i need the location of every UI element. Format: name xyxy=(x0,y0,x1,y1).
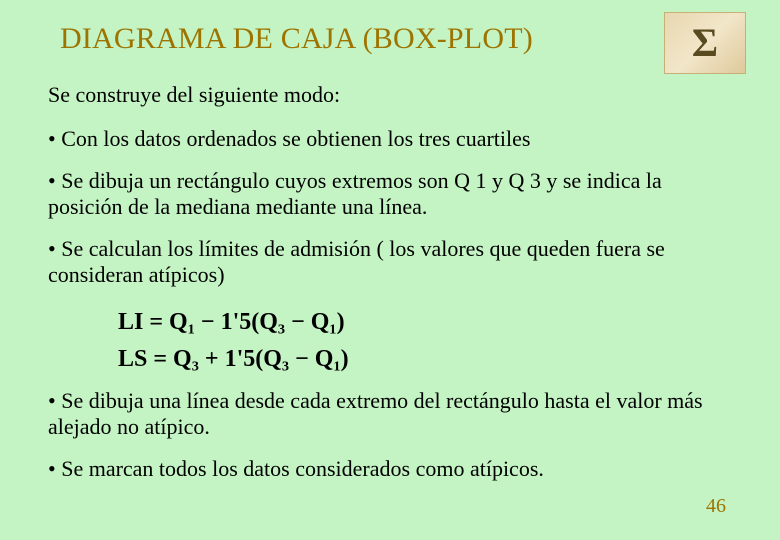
formula-block: LI = Q₁ − 1'5(Q₃ − Q₁) LS = Q₃ + 1'5(Q₃ … xyxy=(118,304,732,378)
bullet-item-2: Se dibuja un rectángulo cuyos extremos s… xyxy=(48,168,732,220)
sigma-glyph: Σ xyxy=(692,23,718,63)
bullet-item-1: Con los datos ordenados se obtienen los … xyxy=(48,126,732,152)
bullet-list: Con los datos ordenados se obtienen los … xyxy=(48,126,732,288)
sigma-icon: Σ xyxy=(664,12,746,74)
formula-ls: LS = Q₃ + 1'5(Q₃ − Q₁) xyxy=(118,341,732,378)
formula-li: LI = Q₁ − 1'5(Q₃ − Q₁) xyxy=(118,304,732,341)
bullet-item-3: Se calculan los límites de admisión ( lo… xyxy=(48,236,732,288)
page-number: 46 xyxy=(706,495,726,518)
slide-body: DIAGRAMA DE CAJA (BOX-PLOT) Se construye… xyxy=(0,0,780,482)
intro-text: Se construye del siguiente modo: xyxy=(48,82,732,108)
bullet-item-5: Se marcan todos los datos considerados c… xyxy=(48,456,732,482)
page-title: DIAGRAMA DE CAJA (BOX-PLOT) xyxy=(60,22,732,56)
bullet-item-4: Se dibuja una línea desde cada extremo d… xyxy=(48,388,732,440)
bullet-list-continued: Se dibuja una línea desde cada extremo d… xyxy=(48,388,732,482)
